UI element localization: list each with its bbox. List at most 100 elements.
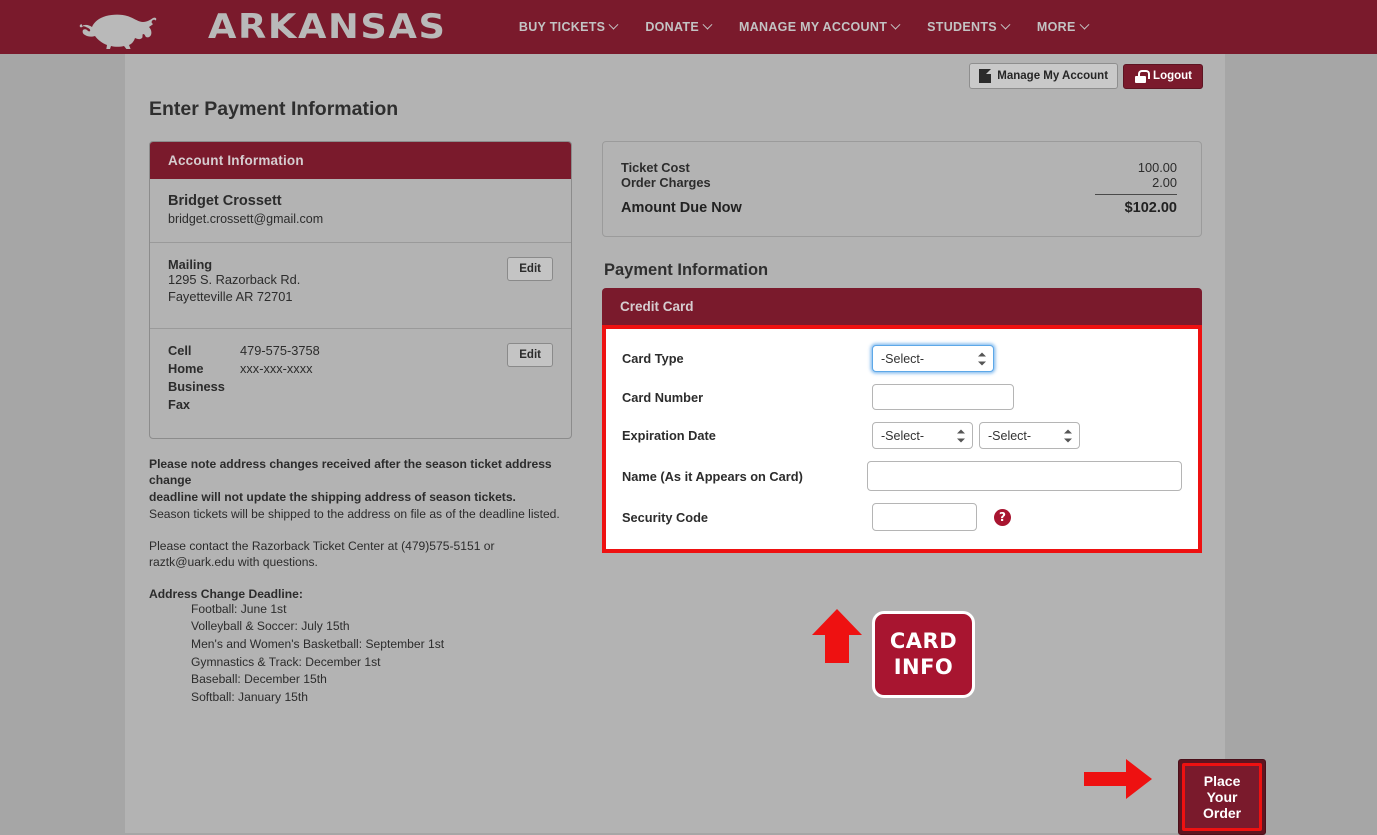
edit-mailing-address-button[interactable]: Edit bbox=[507, 257, 553, 281]
place-order-button-wrapper: Place Your Order bbox=[1178, 759, 1266, 835]
summary-row-total: Amount Due Now $102.00 bbox=[621, 200, 1177, 216]
account-action-bar: Manage My Account Logout bbox=[969, 63, 1203, 89]
expiration-year-select[interactable]: -Select- bbox=[979, 422, 1080, 449]
credit-card-form: Card Type -Select- Card Number Expiratio… bbox=[602, 325, 1202, 553]
phone-numbers-section: Cell 479-575-3758 Home xxx-xxx-xxxx Busi… bbox=[150, 328, 571, 438]
nav-item-donate[interactable]: DONATE bbox=[645, 20, 711, 34]
red-right-arrow-icon bbox=[1082, 756, 1154, 802]
logout-button[interactable]: Logout bbox=[1123, 64, 1203, 89]
razorback-hog-icon bbox=[72, 5, 184, 49]
mailing-address-line1: 1295 S. Razorback Rd. bbox=[168, 272, 553, 289]
card-number-input[interactable] bbox=[872, 384, 1014, 410]
order-summary-panel: Ticket Cost 100.00 Order Charges 2.00 Am… bbox=[602, 141, 1202, 237]
mailing-address-section: Mailing 1295 S. Razorback Rd. Fayettevil… bbox=[150, 242, 571, 328]
deadline-title: Address Change Deadline: bbox=[149, 587, 577, 601]
chevron-down-icon bbox=[891, 19, 901, 29]
page-title: Enter Payment Information bbox=[149, 98, 398, 121]
amount-due-label: Amount Due Now bbox=[621, 200, 742, 216]
manage-my-account-button[interactable]: Manage My Account bbox=[969, 63, 1118, 89]
summary-row-ticket-cost: Ticket Cost 100.00 bbox=[621, 160, 1177, 175]
deadline-item-softball: Softball: January 15th bbox=[191, 689, 577, 707]
nav-item-students[interactable]: STUDENTS bbox=[927, 20, 1009, 34]
card-info-callout: CARD INFO bbox=[872, 611, 975, 698]
nav-label: MANAGE MY ACCOUNT bbox=[739, 20, 887, 34]
credit-card-header: Credit Card bbox=[602, 288, 1202, 325]
order-charges-label: Order Charges bbox=[621, 175, 711, 190]
mailing-address-line2: Fayetteville AR 72701 bbox=[168, 289, 553, 306]
credit-card-panel: Credit Card Card Type -Select- Card Numb… bbox=[602, 288, 1202, 553]
nav-item-manage-my-account[interactable]: MANAGE MY ACCOUNT bbox=[739, 20, 899, 34]
nav-label: STUDENTS bbox=[927, 20, 997, 34]
red-up-arrow-icon bbox=[810, 607, 864, 665]
nav-label: DONATE bbox=[645, 20, 699, 34]
summary-row-order-charges: Order Charges 2.00 bbox=[621, 175, 1177, 190]
account-holder-email: bridget.crossett@gmail.com bbox=[168, 212, 553, 226]
account-holder-name: Bridget Crossett bbox=[168, 193, 553, 209]
order-charges-value: 2.00 bbox=[1095, 175, 1177, 190]
arkansas-wordmark: ARKANSAS bbox=[208, 7, 447, 47]
deadline-item-gymnastics-track: Gymnastics & Track: December 1st bbox=[191, 654, 577, 672]
right-column: Ticket Cost 100.00 Order Charges 2.00 Am… bbox=[602, 141, 1202, 553]
chevron-down-icon bbox=[703, 19, 713, 29]
card-number-label: Card Number bbox=[622, 390, 872, 405]
deadline-item-baseball: Baseball: December 15th bbox=[191, 671, 577, 689]
amount-due-value: $102.00 bbox=[1095, 200, 1177, 216]
notice-regular-line: Season tickets will be shipped to the ad… bbox=[149, 506, 577, 523]
deadline-item-volleyball-soccer: Volleyball & Soccer: July 15th bbox=[191, 618, 577, 636]
form-row-card-type: Card Type -Select- bbox=[622, 345, 1182, 372]
expiration-month-select[interactable]: -Select- bbox=[872, 422, 973, 449]
exp-month-select-wrapper: -Select- bbox=[872, 422, 973, 449]
security-code-label: Security Code bbox=[622, 510, 872, 525]
nav-label: MORE bbox=[1037, 20, 1076, 34]
deadline-item-basketball: Men's and Women's Basketball: September … bbox=[191, 636, 577, 654]
phone-grid: Cell 479-575-3758 Home xxx-xxx-xxxx Busi… bbox=[168, 343, 553, 412]
mailing-label: Mailing bbox=[168, 257, 553, 272]
top-navigation-bar: ARKANSAS BUY TICKETS DONATE MANAGE MY AC… bbox=[0, 0, 1377, 54]
card-info-line1: CARD bbox=[890, 629, 957, 655]
account-information-header: Account Information bbox=[150, 142, 571, 179]
phone-label-fax: Fax bbox=[168, 397, 240, 412]
unlock-icon bbox=[1134, 70, 1147, 83]
notice-spacer bbox=[149, 523, 577, 538]
edit-phone-numbers-button[interactable]: Edit bbox=[507, 343, 553, 367]
security-code-input[interactable] bbox=[872, 503, 977, 531]
security-code-help-icon[interactable]: ? bbox=[994, 509, 1011, 526]
phone-label-home: Home bbox=[168, 361, 240, 376]
manage-my-account-label: Manage My Account bbox=[997, 70, 1108, 82]
page-content-container: Manage My Account Logout Enter Payment I… bbox=[125, 54, 1225, 833]
payment-information-title: Payment Information bbox=[604, 261, 1202, 280]
form-row-card-number: Card Number bbox=[622, 384, 1182, 410]
summary-divider bbox=[1095, 194, 1177, 195]
nav-label: BUY TICKETS bbox=[519, 20, 605, 34]
form-row-expiration-date: Expiration Date -Select- -Select- bbox=[622, 422, 1182, 449]
deadline-item-football: Football: June 1st bbox=[191, 601, 577, 619]
name-on-card-input[interactable] bbox=[867, 461, 1182, 491]
ticket-cost-value: 100.00 bbox=[1095, 160, 1177, 175]
left-column: Account Information Bridget Crossett bri… bbox=[149, 141, 572, 706]
deadline-list: Football: June 1st Volleyball & Soccer: … bbox=[191, 601, 577, 706]
account-identity-section: Bridget Crossett bridget.crossett@gmail.… bbox=[150, 179, 571, 242]
card-type-select[interactable]: -Select- bbox=[872, 345, 994, 372]
card-type-select-wrapper: -Select- bbox=[872, 345, 994, 372]
card-info-line2: INFO bbox=[894, 655, 954, 681]
place-your-order-button[interactable]: Place Your Order bbox=[1182, 763, 1262, 831]
phone-label-business: Business bbox=[168, 379, 240, 394]
phone-value-business bbox=[240, 379, 553, 394]
notice-bold-line2: deadline will not update the shipping ad… bbox=[149, 489, 577, 506]
phone-value-home: xxx-xxx-xxxx bbox=[240, 361, 553, 376]
logout-label: Logout bbox=[1153, 70, 1192, 82]
name-on-card-label: Name (As it Appears on Card) bbox=[622, 469, 867, 484]
expiration-date-label: Expiration Date bbox=[622, 428, 872, 443]
phone-label-cell: Cell bbox=[168, 343, 240, 358]
nav-item-more[interactable]: MORE bbox=[1037, 20, 1088, 34]
chevron-down-icon bbox=[609, 19, 619, 29]
notice-bold-line1: Please note address changes received aft… bbox=[149, 456, 577, 489]
phone-value-cell: 479-575-3758 bbox=[240, 343, 553, 358]
nav-item-buy-tickets[interactable]: BUY TICKETS bbox=[519, 20, 617, 34]
exp-year-select-wrapper: -Select- bbox=[979, 422, 1080, 449]
card-type-label: Card Type bbox=[622, 351, 872, 366]
chevron-down-icon bbox=[1000, 19, 1010, 29]
address-change-notice: Please note address changes received aft… bbox=[149, 456, 577, 706]
top-nav-links: BUY TICKETS DONATE MANAGE MY ACCOUNT STU… bbox=[519, 20, 1088, 34]
chevron-down-icon bbox=[1079, 19, 1089, 29]
